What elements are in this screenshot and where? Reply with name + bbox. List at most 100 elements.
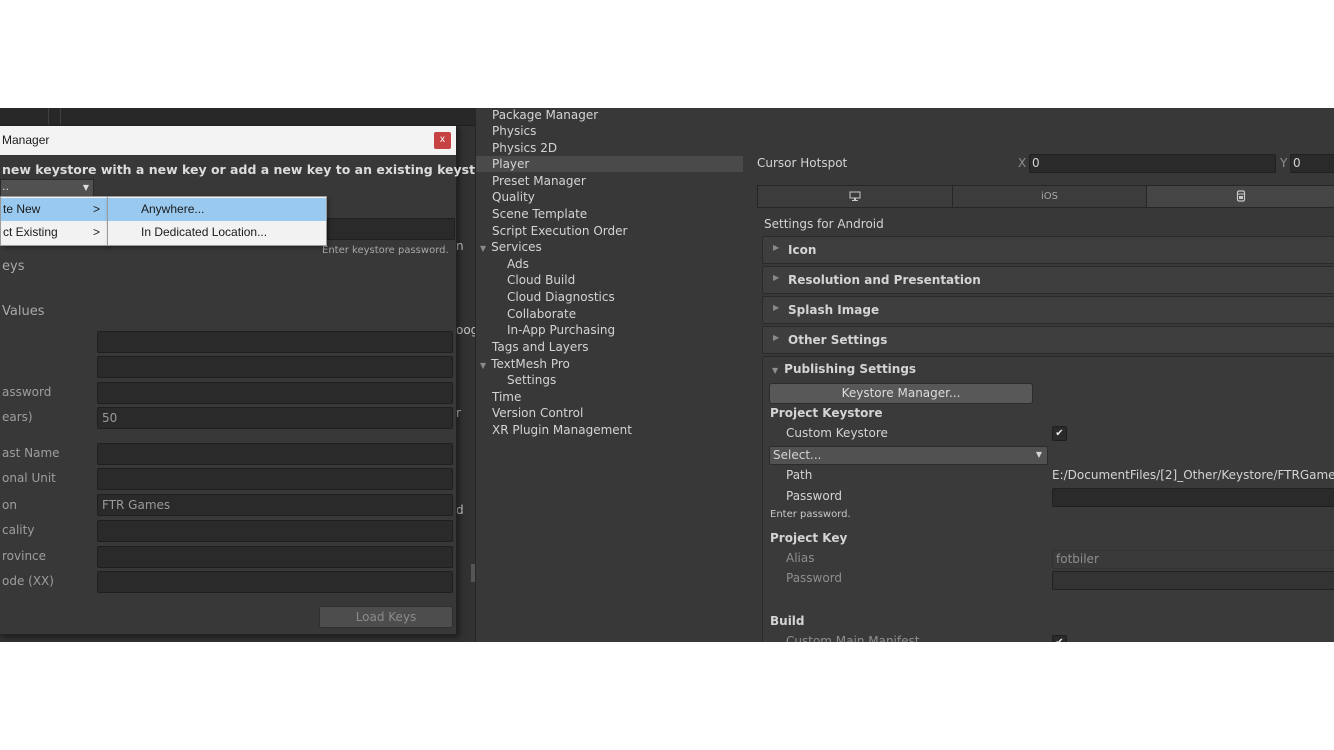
ps-item-physics[interactable]: Physics xyxy=(492,123,536,139)
expanded-triangle-icon[interactable]: ▼ xyxy=(480,361,486,370)
alias-dropdown[interactable]: fotbiler xyxy=(1052,550,1334,569)
build-label: Build xyxy=(770,614,805,628)
keystore-password-hint: Enter keystore password. xyxy=(322,245,449,256)
validity-years-field[interactable]: 50 xyxy=(97,407,453,429)
ps-item-scene-template[interactable]: Scene Template xyxy=(492,206,587,222)
ps-item-ads[interactable]: Ads xyxy=(507,256,529,272)
background-toolbar xyxy=(0,108,475,126)
x-label: X xyxy=(1018,156,1027,170)
menu-item-label: Anywhere... xyxy=(141,202,205,216)
ps-item-label: Services xyxy=(491,240,542,254)
cursor-hotspot-y-input[interactable]: 0 xyxy=(1290,154,1334,173)
create-new-submenu: Anywhere... In Dedicated Location... xyxy=(107,196,327,246)
ps-item-xr-plugin-management[interactable]: XR Plugin Management xyxy=(492,422,632,438)
state-province-field[interactable] xyxy=(97,546,453,568)
foldout-splash-image[interactable]: ▶ Splash Image xyxy=(762,296,1334,324)
path-label: Path xyxy=(786,468,813,482)
ps-item-physics-2d[interactable]: Physics 2D xyxy=(492,140,557,156)
desktop-icon xyxy=(849,191,861,201)
field-label: assword xyxy=(2,385,52,399)
organizational-unit-field[interactable] xyxy=(97,468,453,490)
ps-item-label: TextMesh Pro xyxy=(491,357,570,371)
ps-item-package-manager[interactable]: Package Manager xyxy=(492,108,598,123)
ps-item-cloud-diagnostics[interactable]: Cloud Diagnostics xyxy=(507,289,615,305)
key-password-field[interactable] xyxy=(97,382,453,404)
field-label: on xyxy=(2,498,17,512)
ps-item-tags-and-layers[interactable]: Tags and Layers xyxy=(492,339,588,355)
player-settings-inspector: Cursor Hotspot X 0 Y 0 iOS Settings for … xyxy=(743,108,1334,642)
project-settings-list: Package Manager Physics Physics 2D Playe… xyxy=(475,108,744,642)
alias-label: Alias xyxy=(786,551,815,565)
first-last-name-field[interactable] xyxy=(97,443,453,465)
custom-keystore-label: Custom Keystore xyxy=(786,426,888,440)
collapsed-triangle-icon: ▶ xyxy=(773,243,780,252)
ps-item-time[interactable]: Time xyxy=(492,389,521,405)
menu-item-label: ct Existing xyxy=(3,225,58,239)
foldout-title: Publishing Settings xyxy=(784,362,917,376)
ps-item-script-execution-order[interactable]: Script Execution Order xyxy=(492,223,627,239)
menu-item-select-existing[interactable]: ct Existing > xyxy=(1,221,108,244)
y-label: Y xyxy=(1280,156,1288,170)
project-keystore-label: Project Keystore xyxy=(770,406,883,420)
chevron-down-icon: ▼ xyxy=(1035,450,1042,459)
keystore-popup-menu: te New > ct Existing > xyxy=(0,196,109,246)
field-value: 0 xyxy=(1032,156,1040,170)
ps-item-player[interactable]: Player xyxy=(492,156,529,172)
tab-standalone[interactable] xyxy=(758,186,952,207)
field-label: onal Unit xyxy=(2,471,56,485)
keystore-select-dropdown[interactable]: Select... ▼ xyxy=(769,446,1048,465)
menu-item-label: te New xyxy=(3,202,41,216)
ps-item-tmp-settings[interactable]: Settings xyxy=(507,372,556,388)
custom-keystore-checkbox[interactable]: ✔ xyxy=(1052,426,1067,441)
field-label: ast Name xyxy=(2,446,60,460)
ps-item-collaborate[interactable]: Collaborate xyxy=(507,306,576,322)
keystore-mode-dropdown[interactable]: .. ▼ xyxy=(0,179,94,197)
dialog-title: Manager xyxy=(2,133,50,147)
custom-main-manifest-label: Custom Main Manifest xyxy=(786,634,920,642)
locality-field[interactable] xyxy=(97,520,453,542)
ps-item-version-control[interactable]: Version Control xyxy=(492,405,583,421)
key-field-1[interactable] xyxy=(97,331,453,353)
submenu-item-anywhere[interactable]: Anywhere... xyxy=(108,198,326,221)
keystore-manager-button[interactable]: Keystore Manager... xyxy=(769,383,1033,404)
foldout-other-settings[interactable]: ▶ Other Settings xyxy=(762,326,1334,354)
field-label: rovince xyxy=(2,549,47,563)
foldout-icon[interactable]: ▶ Icon xyxy=(762,236,1334,264)
ps-item-quality[interactable]: Quality xyxy=(492,189,535,205)
cursor-hotspot-x-input[interactable]: 0 xyxy=(1029,154,1276,173)
country-code-field[interactable] xyxy=(97,571,453,593)
dropdown-value: .. xyxy=(2,180,9,193)
keystore-password-input[interactable] xyxy=(327,218,455,240)
key-field-2[interactable] xyxy=(97,356,453,378)
foldout-title: Other Settings xyxy=(788,333,888,347)
publishing-settings-header[interactable]: ▼ Publishing Settings xyxy=(772,362,916,376)
dialog-titlebar: Manager x xyxy=(0,126,456,155)
foldout-title: Splash Image xyxy=(788,303,880,317)
platform-tabs: iOS xyxy=(757,185,1334,208)
background-text-fragment: n xyxy=(456,239,464,253)
dropdown-value: Select... xyxy=(773,448,822,462)
ps-item-in-app-purchasing[interactable]: In-App Purchasing xyxy=(507,322,615,338)
collapsed-triangle-icon: ▶ xyxy=(773,333,780,342)
ps-item-services[interactable]: ▼ Services xyxy=(480,239,542,257)
ps-item-cloud-build[interactable]: Cloud Build xyxy=(507,272,575,288)
tab-android[interactable] xyxy=(1147,186,1334,207)
field-value: 50 xyxy=(102,411,118,425)
expanded-triangle-icon[interactable]: ▼ xyxy=(480,244,486,253)
custom-main-manifest-checkbox[interactable]: ✔ xyxy=(1052,635,1067,642)
ps-item-preset-manager[interactable]: Preset Manager xyxy=(492,173,586,189)
keystore-path-value: E:/DocumentFiles/[2]_Other/Keystore/FTRG… xyxy=(1052,468,1334,482)
submenu-item-dedicated-location[interactable]: In Dedicated Location... xyxy=(108,221,326,244)
section-new-key-values: Values xyxy=(2,304,45,319)
organization-field[interactable]: FTR Games xyxy=(97,494,453,516)
foldout-resolution[interactable]: ▶ Resolution and Presentation xyxy=(762,266,1334,294)
close-button[interactable]: x xyxy=(434,132,451,149)
collapsed-triangle-icon: ▶ xyxy=(773,303,780,312)
keystore-password-input[interactable] xyxy=(1052,488,1334,507)
tab-ios[interactable]: iOS xyxy=(953,186,1146,207)
load-keys-button[interactable]: Load Keys xyxy=(319,606,453,628)
menu-item-create-new[interactable]: te New > xyxy=(1,198,108,221)
key-password-input[interactable] xyxy=(1052,571,1334,590)
project-key-label: Project Key xyxy=(770,531,848,545)
unity-editor-area: n oog r d Manager x new keystore with a … xyxy=(0,108,1334,642)
